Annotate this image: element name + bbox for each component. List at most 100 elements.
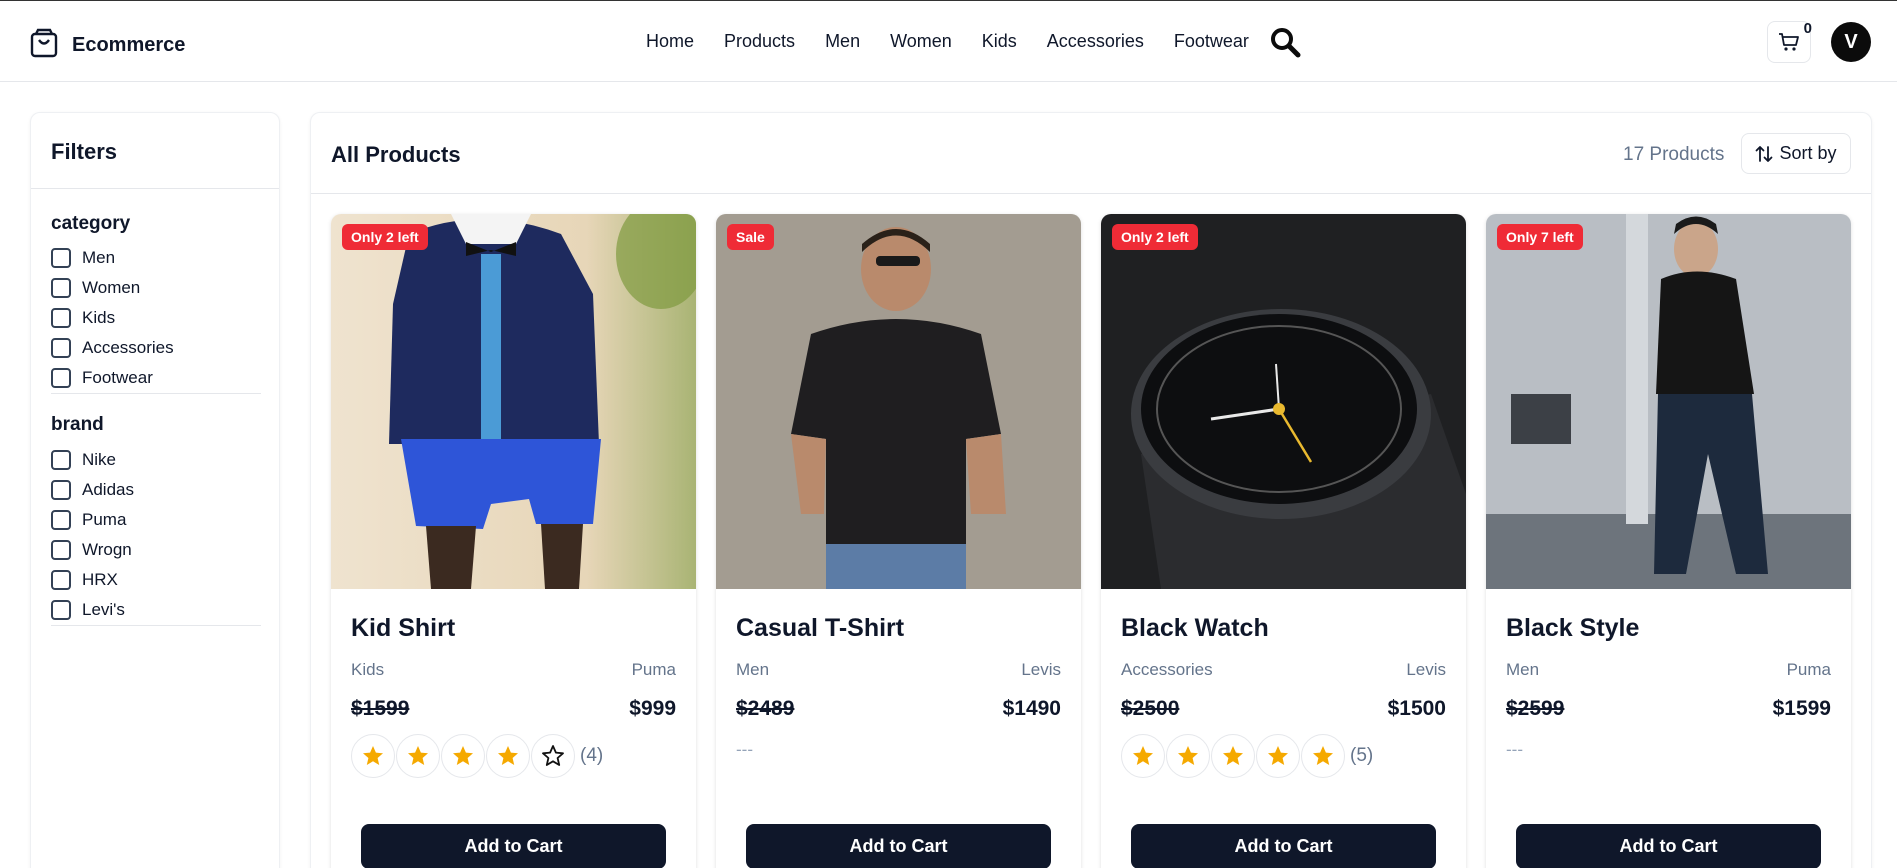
- product-brand: Levis: [1406, 660, 1446, 679]
- product-title[interactable]: Casual T-Shirt: [736, 614, 904, 643]
- nav-products[interactable]: Products: [724, 31, 795, 52]
- filter-category-men[interactable]: Men: [51, 243, 261, 273]
- brand-filter-title: brand: [51, 414, 104, 435]
- product-image[interactable]: Only 7 left: [1486, 214, 1851, 589]
- product-original-price: $1599: [351, 697, 410, 720]
- rating-count: (4): [580, 745, 604, 766]
- filter-category-accessories[interactable]: Accessories: [51, 333, 261, 363]
- add-to-cart-button[interactable]: Add to Cart: [361, 824, 666, 868]
- product-card[interactable]: Only 2 left Kid Shirt Kids Puma $1599 $9…: [331, 214, 696, 868]
- star-filled-icon[interactable]: [1166, 734, 1210, 778]
- product-category: Kids: [351, 660, 385, 679]
- product-title[interactable]: Black Watch: [1121, 614, 1269, 643]
- filter-category-footwear[interactable]: Footwear: [51, 363, 261, 393]
- checkbox[interactable]: [51, 450, 71, 470]
- checkbox[interactable]: [51, 600, 71, 620]
- filters-panel: Filters category Men Women Kids Accessor…: [30, 112, 280, 868]
- search-icon: [1271, 28, 1301, 58]
- filter-option-label: Women: [82, 278, 141, 297]
- star-filled-icon[interactable]: [1301, 734, 1345, 778]
- products-count: 17 Products: [1623, 144, 1725, 165]
- sale-badge: Sale: [727, 224, 774, 250]
- product-image[interactable]: Only 2 left: [1101, 214, 1466, 589]
- product-title[interactable]: Kid Shirt: [351, 614, 455, 643]
- checkbox[interactable]: [51, 308, 71, 328]
- filter-category-kids[interactable]: Kids: [51, 303, 261, 333]
- product-title[interactable]: Black Style: [1506, 614, 1639, 643]
- nav-home[interactable]: Home: [646, 31, 694, 52]
- checkbox[interactable]: [51, 510, 71, 530]
- add-to-cart-button[interactable]: Add to Cart: [1516, 824, 1821, 868]
- sort-arrows-icon: [1756, 145, 1773, 162]
- add-to-cart-button[interactable]: Add to Cart: [746, 824, 1051, 868]
- product-original-price: $2599: [1506, 697, 1565, 720]
- product-category: Accessories: [1121, 660, 1213, 679]
- filter-brand-wrogn[interactable]: Wrogn: [51, 535, 261, 565]
- sort-label: Sort by: [1779, 143, 1837, 163]
- product-sale-price: $1490: [1002, 697, 1061, 720]
- filter-option-label: Kids: [82, 308, 116, 327]
- user-avatar[interactable]: V: [1831, 22, 1871, 62]
- stock-badge: Only 2 left: [1112, 224, 1198, 250]
- product-image[interactable]: Sale: [716, 214, 1081, 589]
- filter-brand-adidas[interactable]: Adidas: [51, 475, 261, 505]
- rating-stars: (4): [351, 734, 603, 778]
- site-header: Ecommerce Home Products Men Women Kids A…: [0, 1, 1897, 82]
- filters-divider: [31, 188, 279, 189]
- filter-brand-puma[interactable]: Puma: [51, 505, 261, 535]
- checkbox[interactable]: [51, 480, 71, 500]
- cart-count-badge: 0: [1803, 20, 1812, 37]
- add-to-cart-button[interactable]: Add to Cart: [1131, 824, 1436, 868]
- filter-brand-nike[interactable]: Nike: [51, 445, 261, 475]
- checkbox[interactable]: [51, 248, 71, 268]
- checkbox[interactable]: [51, 338, 71, 358]
- checkbox[interactable]: [51, 368, 71, 388]
- filter-option-label: HRX: [82, 570, 118, 589]
- products-title: All Products: [331, 142, 461, 167]
- product-brand: Puma: [631, 660, 676, 679]
- product-brand: Levis: [1021, 660, 1061, 679]
- filter-option-label: Footwear: [82, 368, 153, 387]
- stock-badge: Only 7 left: [1497, 224, 1583, 250]
- star-filled-icon[interactable]: [441, 734, 485, 778]
- nav-women[interactable]: Women: [890, 31, 952, 52]
- sort-button[interactable]: Sort by: [1741, 133, 1851, 174]
- checkbox[interactable]: [51, 278, 71, 298]
- shopping-bag-icon: [30, 28, 58, 63]
- product-card[interactable]: Sale Casual T-Shirt Men Levis $2489 $149…: [716, 214, 1081, 868]
- filter-option-label: Accessories: [82, 338, 174, 357]
- star-empty-icon[interactable]: [531, 734, 575, 778]
- checkbox[interactable]: [51, 540, 71, 560]
- no-rating-placeholder: ---: [1506, 740, 1523, 759]
- nav-accessories[interactable]: Accessories: [1047, 31, 1144, 52]
- product-brand: Puma: [1786, 660, 1831, 679]
- star-filled-icon[interactable]: [1121, 734, 1165, 778]
- cart-button[interactable]: 0: [1767, 20, 1812, 63]
- filter-category-women[interactable]: Women: [51, 273, 261, 303]
- nav-men[interactable]: Men: [825, 31, 860, 52]
- star-filled-icon[interactable]: [1211, 734, 1255, 778]
- star-filled-icon[interactable]: [351, 734, 395, 778]
- cart-icon: [1779, 33, 1799, 51]
- nav-kids[interactable]: Kids: [982, 31, 1017, 52]
- star-filled-icon[interactable]: [1256, 734, 1300, 778]
- brand-logo-link[interactable]: Ecommerce: [30, 28, 185, 63]
- product-card[interactable]: Only 7 left Black Style Men Puma $2599 $…: [1486, 214, 1851, 868]
- product-category: Men: [1506, 660, 1540, 679]
- star-filled-icon[interactable]: [396, 734, 440, 778]
- brand-filter-list: Nike Adidas Puma Wrogn HRX Levi's: [51, 445, 261, 626]
- search-button[interactable]: [1269, 26, 1301, 58]
- product-card[interactable]: Only 2 left Black Watch Accessories Levi…: [1101, 214, 1466, 868]
- star-filled-icon[interactable]: [486, 734, 530, 778]
- checkbox[interactable]: [51, 570, 71, 590]
- product-original-price: $2489: [736, 697, 795, 720]
- rating-stars: (5): [1121, 734, 1373, 778]
- product-sale-price: $1500: [1387, 697, 1446, 720]
- filter-option-label: Men: [82, 248, 116, 267]
- filter-option-label: Levi's: [82, 600, 125, 619]
- nav-footwear[interactable]: Footwear: [1174, 31, 1249, 52]
- product-sale-price: $999: [629, 697, 676, 720]
- filter-brand-hrx[interactable]: HRX: [51, 565, 261, 595]
- filter-brand-levis[interactable]: Levi's: [51, 595, 261, 625]
- product-image[interactable]: Only 2 left: [331, 214, 696, 589]
